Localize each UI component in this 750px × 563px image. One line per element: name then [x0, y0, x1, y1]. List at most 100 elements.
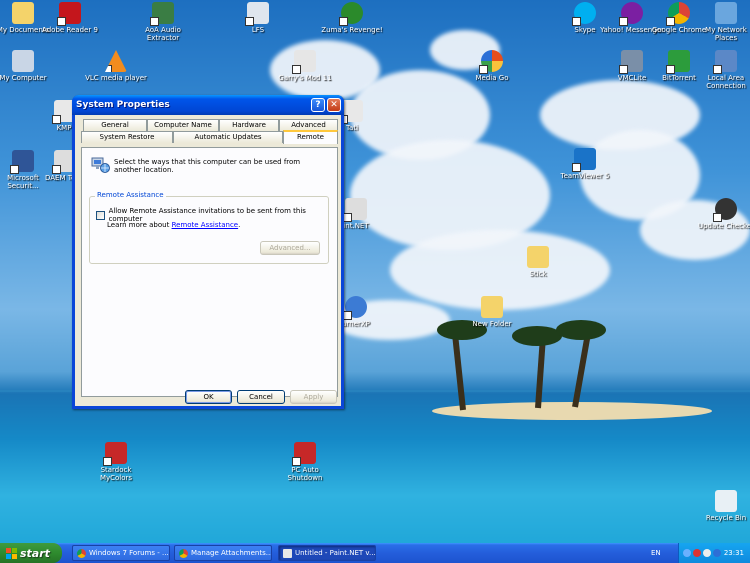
computer-icon	[12, 50, 34, 72]
dialog-client: General Computer Name Hardware Advanced …	[75, 115, 341, 406]
language-indicator[interactable]: EN	[651, 549, 661, 557]
garrys-mod-icon	[292, 50, 316, 74]
learn-suffix: .	[238, 221, 241, 229]
lfs-icon	[245, 2, 269, 26]
start-button[interactable]: start	[0, 543, 62, 563]
desktop-icon-label: BitTorrent	[662, 74, 696, 82]
desktop-icon-label: Stick	[529, 270, 547, 278]
remote-tab-panel: Select the ways that this computer can b…	[81, 147, 338, 397]
desktop-icon-label: My Network Places	[705, 26, 747, 42]
network-places-icon	[715, 2, 737, 24]
desktop-icon-label: VLC media player	[85, 74, 147, 82]
desktop-icon-label: VMCLite	[617, 74, 647, 82]
close-button[interactable]: ✕	[327, 98, 341, 112]
title-bar[interactable]: System Properties ? ✕	[72, 95, 344, 115]
desktop-icon-stardock-mycolors[interactable]: Stardock MyColors	[84, 442, 148, 482]
desktop-icon-label: AoA Audio Extractor	[145, 26, 181, 42]
clock[interactable]: 23:31	[724, 549, 744, 557]
desktop-icon-label: My Computer	[0, 74, 47, 82]
network-tray-icon[interactable]	[683, 549, 691, 557]
skype-icon	[572, 2, 596, 26]
recycle-bin-icon	[715, 490, 737, 512]
task-label: Untitled - Paint.NET v...	[295, 549, 376, 557]
chrome-icon	[179, 548, 188, 558]
paintnet-icon	[283, 548, 292, 558]
desktop-icon-label: Update Checker	[697, 222, 750, 230]
allow-remote-assistance-checkbox[interactable]	[96, 210, 105, 220]
folder-documents-icon	[12, 2, 34, 24]
desktop-icon-aoa-audio-extractor[interactable]: AoA Audio Extractor	[131, 2, 195, 42]
desktop-icon-media-go[interactable]: Media Go	[460, 50, 524, 82]
remote-description: Select the ways that this computer can b…	[114, 158, 301, 174]
taskbar-task-manage-attachments[interactable]: Manage Attachments...	[174, 545, 272, 561]
desktop-icon-label: Tati	[345, 124, 359, 132]
taskbar-task-windows7-forums[interactable]: Windows 7 Forums - ...	[72, 545, 170, 561]
desktop-icon-zumas-revenge[interactable]: Zuma's Revenge!	[320, 2, 384, 34]
tab-automatic-updates[interactable]: Automatic Updates	[173, 131, 283, 143]
desktop-icon-label: Adobe Reader 9	[42, 26, 98, 34]
cancel-button[interactable]: Cancel	[237, 390, 285, 404]
media-go-icon	[479, 50, 503, 74]
tab-remote[interactable]: Remote	[283, 130, 338, 144]
desktop-icon-label: Local Area Connection	[706, 74, 746, 90]
desktop-icon-my-network-places[interactable]: My Network Places	[694, 2, 750, 42]
window-title: System Properties	[76, 100, 170, 110]
remote-assistance-group: Remote Assistance Allow Remote Assistanc…	[89, 191, 329, 264]
adobe-reader-icon	[57, 2, 81, 26]
burnerxp-icon	[343, 296, 367, 320]
stardock-icon	[103, 442, 127, 466]
desktop-icon-garrys-mod[interactable]: Garry's Mod 11	[273, 50, 337, 82]
remote-assistance-link[interactable]: Remote Assistance	[172, 221, 239, 229]
desktop-icon-vlc[interactable]: VLC media player	[84, 50, 148, 82]
desktop-icon-my-computer[interactable]: My Computer	[0, 50, 55, 82]
advanced-button[interactable]: Advanced...	[260, 241, 320, 255]
desktop-icon-adobe-reader[interactable]: Adobe Reader 9	[38, 2, 102, 34]
lan-icon	[713, 50, 737, 74]
paintnet-icon	[343, 198, 367, 222]
start-label: start	[20, 546, 50, 560]
tab-system-restore[interactable]: System Restore	[81, 131, 173, 143]
tab-general[interactable]: General	[83, 119, 147, 131]
teamviewer-icon	[572, 148, 596, 172]
task-label: Manage Attachments...	[191, 549, 272, 557]
computer-network-icon	[91, 157, 110, 173]
windows-flag-icon	[6, 547, 17, 559]
desktop-icon-stick[interactable]: Stick	[506, 246, 570, 278]
desktop-icon-lfs[interactable]: LFS	[226, 2, 290, 34]
desktop-icon-pc-auto-shutdown[interactable]: PC Auto Shutdown	[273, 442, 337, 482]
group-title: Remote Assistance	[95, 191, 166, 199]
desktop-icon-label: Recycle Bin	[705, 514, 747, 522]
tab-hardware[interactable]: Hardware	[219, 119, 279, 131]
folder-icon	[481, 296, 503, 318]
bittorrent-icon	[666, 50, 690, 74]
security-icon	[10, 150, 34, 174]
desktop-icon-label: KMPl	[56, 124, 74, 132]
tab-computer-name[interactable]: Computer Name	[147, 119, 219, 131]
desktop-icon-label: Stardock MyColors	[99, 466, 133, 482]
desktop-icon-label: PC Auto Shutdown	[287, 466, 323, 482]
desktop-icon-teamviewer[interactable]: TeamViewer 5	[553, 148, 617, 180]
shutdown-icon	[292, 442, 316, 466]
folder-icon	[527, 246, 549, 268]
desktop-icon-new-folder[interactable]: New Folder	[460, 296, 524, 328]
volume-tray-icon[interactable]	[703, 549, 711, 557]
help-button[interactable]: ?	[311, 98, 325, 112]
desktop-icon-label: urnerXP	[342, 320, 370, 328]
desktop-icon-local-area-connection[interactable]: Local Area Connection	[694, 50, 750, 90]
desktop-icon-label: Zuma's Revenge!	[321, 26, 383, 34]
update-checker-icon	[713, 198, 737, 222]
apply-button[interactable]: Apply	[290, 390, 337, 404]
desktop-icon-label: New Folder	[472, 320, 512, 328]
taskbar-task-paintnet[interactable]: Untitled - Paint.NET v...	[278, 545, 376, 561]
desktop-icon-update-checker[interactable]: Update Checker	[694, 198, 750, 230]
security-tray-icon[interactable]	[693, 549, 701, 557]
audio-extractor-icon	[150, 2, 174, 26]
desktop-icon-label: Skype	[574, 26, 596, 34]
desktop-icon-label: int.NET	[343, 222, 369, 230]
ok-button-main[interactable]: OK	[185, 390, 232, 404]
desktop-icon-recycle-bin[interactable]: Recycle Bin	[694, 490, 750, 522]
shield-tray-icon[interactable]	[713, 549, 721, 557]
vmclite-icon	[619, 50, 643, 74]
desktop-icon-label: LFS	[251, 26, 265, 34]
vlc-icon	[105, 50, 127, 72]
